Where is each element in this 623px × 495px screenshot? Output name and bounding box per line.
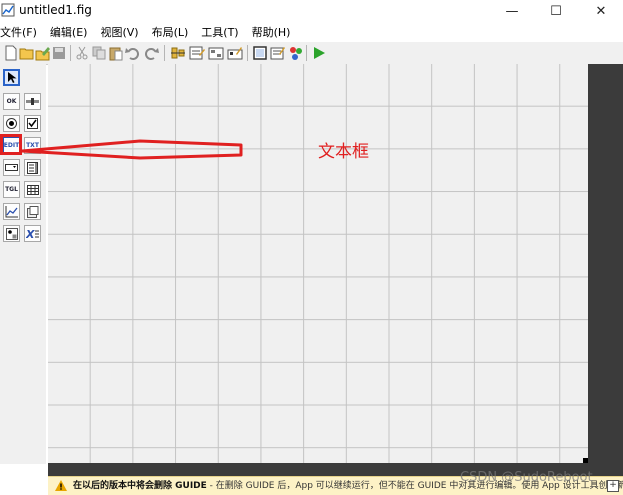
- menu-editor-icon[interactable]: [189, 45, 205, 61]
- toggle-button-tool[interactable]: TGL: [3, 181, 20, 198]
- tab-order-icon[interactable]: [208, 45, 224, 61]
- menu-edit[interactable]: 编辑(E): [50, 23, 93, 42]
- editor-icon[interactable]: [252, 45, 268, 61]
- annotation-label: 文本框: [318, 142, 369, 162]
- button-group-tool[interactable]: [3, 225, 20, 242]
- menu-help[interactable]: 帮助(H): [252, 23, 296, 42]
- warning-bold-text: 在以后的版本中将会删除 GUIDE: [73, 481, 207, 491]
- layout-canvas[interactable]: [48, 64, 588, 463]
- new-icon[interactable]: [3, 45, 19, 61]
- button-group-icon: [5, 227, 18, 240]
- title-bar: untitled1.fig — ☐ ✕: [0, 0, 623, 22]
- toolbar-divider: [70, 45, 71, 61]
- edit-text-tool[interactable]: EDIT: [3, 137, 20, 154]
- push-button-icon-label: OK: [6, 98, 17, 105]
- slider-icon: [26, 98, 39, 105]
- popup-menu-icon: [5, 164, 18, 171]
- minimize-button[interactable]: —: [490, 0, 534, 22]
- activex-icon: X: [26, 228, 39, 240]
- select-tool[interactable]: [3, 69, 20, 86]
- radio-button-tool[interactable]: [3, 115, 20, 132]
- window-title: untitled1.fig: [19, 3, 92, 17]
- menu-file[interactable]: 文件(F): [0, 23, 42, 42]
- close-button[interactable]: ✕: [579, 0, 623, 22]
- run-icon[interactable]: [311, 45, 327, 61]
- object-browser-icon[interactable]: [288, 45, 304, 61]
- panel-icon: [26, 205, 38, 218]
- radio-icon: [6, 118, 17, 129]
- checkbox-icon: [27, 118, 38, 129]
- menu-tools[interactable]: 工具(T): [201, 23, 243, 42]
- toggle-button-icon-label: TGL: [5, 186, 18, 193]
- toolbar: [0, 42, 623, 65]
- panel-tool[interactable]: [24, 203, 41, 220]
- static-text-icon-label: TXT: [26, 142, 39, 149]
- push-button-tool[interactable]: OK: [3, 93, 20, 110]
- activex-tool[interactable]: X: [24, 225, 41, 242]
- table-icon: [26, 184, 39, 195]
- table-tool[interactable]: [24, 181, 41, 198]
- slider-tool[interactable]: [24, 93, 41, 110]
- menu-layout[interactable]: 布局(L): [152, 23, 194, 42]
- listbox-icon: [27, 161, 38, 174]
- toolbar-divider: [306, 45, 307, 61]
- axes-tool[interactable]: [3, 203, 20, 220]
- static-text-tool[interactable]: TXT: [24, 137, 41, 154]
- watermark: CSDN @SudoReboot: [460, 470, 593, 485]
- checkbox-tool[interactable]: [24, 115, 41, 132]
- maximize-button[interactable]: ☐: [534, 0, 578, 22]
- expand-warning-button[interactable]: +: [607, 480, 619, 492]
- figure-icon: [1, 3, 15, 17]
- canvas-border-right: [588, 64, 623, 464]
- edit-icon[interactable]: [35, 45, 51, 61]
- toolbar-divider: [247, 45, 248, 61]
- undo-icon[interactable]: [125, 45, 141, 61]
- toolbar-editor-icon[interactable]: [227, 45, 243, 61]
- axes-icon: [5, 205, 18, 217]
- open-icon[interactable]: [19, 45, 35, 61]
- component-palette: OK EDIT TXT TGL X: [0, 64, 46, 464]
- toolbar-divider: [164, 45, 165, 61]
- popup-menu-tool[interactable]: [3, 159, 20, 176]
- warning-icon: [55, 480, 67, 491]
- edit-text-icon-label: EDIT: [3, 142, 20, 149]
- copy-icon[interactable]: [91, 45, 107, 61]
- menu-bar: 文件(F) 编辑(E) 视图(V) 布局(L) 工具(T) 帮助(H): [0, 23, 623, 42]
- align-icon[interactable]: [170, 45, 186, 61]
- cut-icon[interactable]: [74, 45, 90, 61]
- listbox-tool[interactable]: [24, 159, 41, 176]
- arrow-cursor-icon: [8, 72, 17, 83]
- save-icon[interactable]: [51, 45, 67, 61]
- svg-text:X: X: [26, 228, 35, 240]
- resize-handle[interactable]: [583, 458, 588, 463]
- menu-view[interactable]: 视图(V): [100, 23, 143, 42]
- redo-icon[interactable]: [143, 45, 159, 61]
- property-inspector-icon[interactable]: [270, 45, 286, 61]
- paste-icon[interactable]: [108, 45, 124, 61]
